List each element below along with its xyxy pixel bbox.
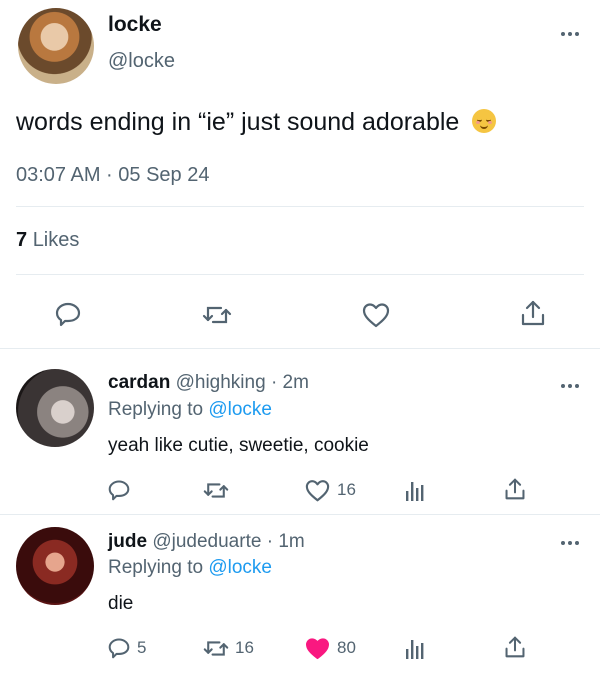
- reply-header: jude @judeduarte · 1m: [108, 531, 305, 553]
- reply-time: · 2m: [270, 372, 309, 393]
- reply-display-name[interactable]: jude: [108, 531, 147, 552]
- retweet-count: 16: [235, 638, 254, 657]
- replying-to: Replying to @locke: [108, 399, 272, 421]
- divider: [0, 348, 600, 349]
- like-icon[interactable]: [305, 479, 330, 502]
- divider: [0, 514, 600, 515]
- locke-avatar[interactable]: [18, 8, 94, 84]
- more-icon: [561, 32, 565, 36]
- reply-count: 5: [137, 638, 147, 657]
- likes-count: 7: [16, 229, 28, 251]
- divider: [16, 274, 584, 275]
- tweet-text: words ending in “ie” just sound adorable: [16, 108, 497, 137]
- more-icon: [561, 384, 565, 388]
- share-icon[interactable]: [504, 635, 526, 659]
- replying-prefix: Replying to: [108, 557, 204, 578]
- replying-to-link[interactable]: @locke: [208, 557, 272, 578]
- replying-to: Replying to @locke: [108, 557, 272, 579]
- reply-display-name[interactable]: cardan: [108, 372, 170, 393]
- reply-handle[interactable]: @judeduarte: [152, 531, 261, 552]
- retweet-icon[interactable]: [203, 481, 229, 500]
- jude-avatar[interactable]: [16, 527, 94, 605]
- like-icon[interactable]: [362, 302, 390, 328]
- like-count: 16: [337, 480, 356, 499]
- views-icon[interactable]: [405, 637, 425, 659]
- like-icon[interactable]: [305, 637, 330, 660]
- more-options-button[interactable]: [561, 384, 579, 388]
- tweet-timestamp[interactable]: 03:07 AM · 05 Sep 24: [16, 164, 209, 187]
- reply-handle[interactable]: @highking: [176, 372, 266, 393]
- like-count: 80: [337, 638, 356, 657]
- reply-text: yeah like cutie, sweetie, cookie: [108, 435, 369, 456]
- reply-icon[interactable]: [108, 637, 130, 659]
- reply-text: die: [108, 593, 134, 614]
- tweet-text-body: words ending in “ie” just sound adorable: [16, 108, 460, 136]
- views-icon[interactable]: [405, 479, 425, 501]
- likes-summary[interactable]: 7 Likes: [16, 229, 79, 252]
- reply-icon[interactable]: [55, 301, 81, 327]
- display-name[interactable]: locke: [108, 13, 162, 37]
- emoji: [472, 109, 497, 133]
- retweet-icon[interactable]: [202, 304, 232, 326]
- likes-label: Likes: [32, 229, 80, 251]
- reply-icon[interactable]: [108, 479, 130, 501]
- user-handle[interactable]: @locke: [108, 50, 175, 73]
- divider: [16, 206, 584, 207]
- reply-time: · 1m: [266, 531, 305, 552]
- share-icon[interactable]: [504, 477, 526, 501]
- replying-prefix: Replying to: [108, 399, 204, 420]
- reply-header: cardan @highking · 2m: [108, 372, 309, 394]
- share-icon[interactable]: [520, 299, 546, 327]
- cardan-avatar[interactable]: [16, 369, 94, 447]
- more-icon: [561, 541, 565, 545]
- replying-to-link[interactable]: @locke: [208, 399, 272, 420]
- more-options-button[interactable]: [561, 32, 579, 36]
- retweet-icon[interactable]: [203, 639, 229, 658]
- more-options-button[interactable]: [561, 541, 579, 545]
